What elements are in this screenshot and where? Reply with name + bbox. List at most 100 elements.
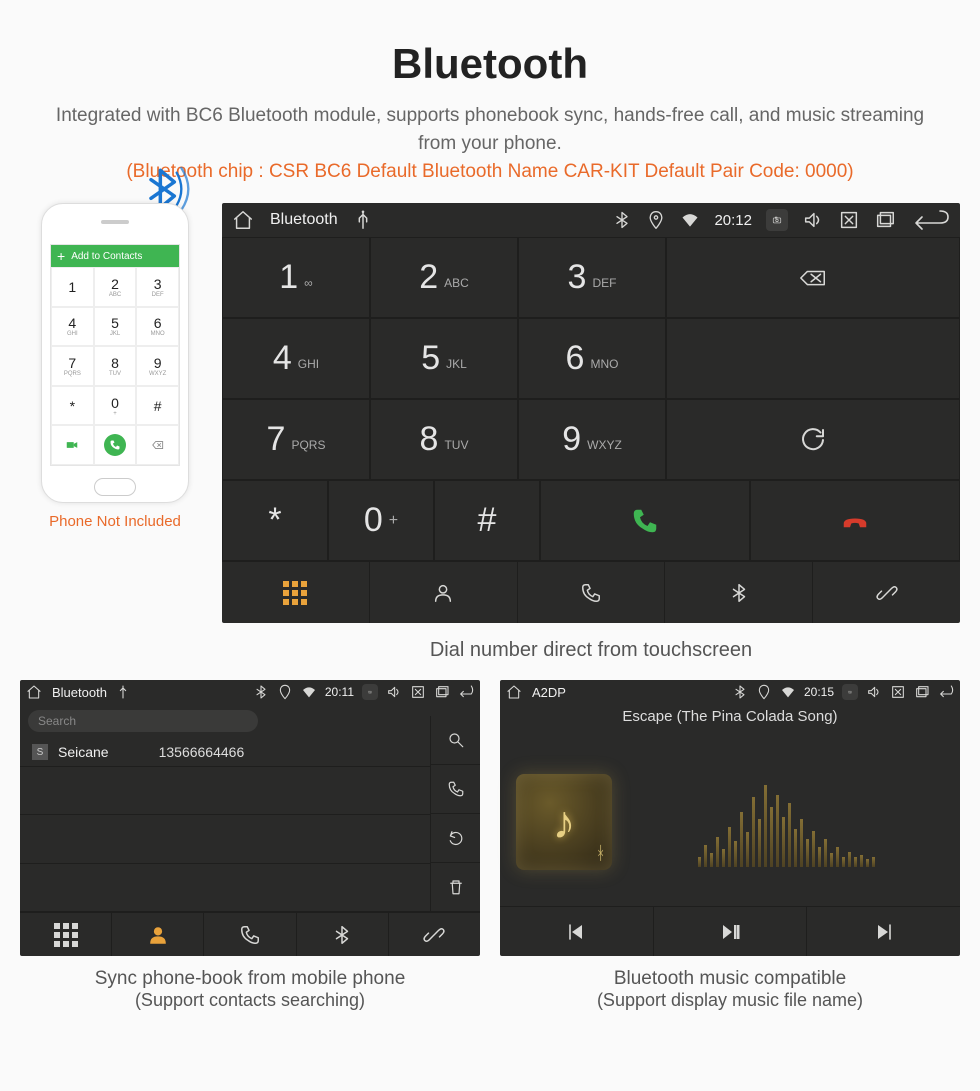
recent-apps-icon[interactable] — [874, 209, 896, 231]
phone-key: 5JKL — [94, 307, 137, 347]
phone-key: 7PQRS — [51, 346, 94, 386]
home-icon[interactable] — [232, 209, 254, 231]
dial-key-9[interactable]: 9WXYZ — [518, 399, 666, 480]
usb-icon — [115, 684, 131, 700]
video-call-icon — [51, 425, 94, 465]
phone-key: 0+ — [94, 386, 137, 426]
tab-recents[interactable] — [203, 913, 295, 956]
panel-title: Bluetooth — [52, 685, 107, 700]
dial-key-8[interactable]: 8TUV — [370, 399, 518, 480]
call-button — [94, 425, 137, 465]
tab-keypad[interactable] — [20, 913, 111, 956]
status-bar: A2DP 20:15 — [500, 680, 960, 704]
dialer-caption: Dial number direct from touchscreen — [430, 639, 752, 662]
volume-icon[interactable] — [386, 684, 402, 700]
music-sub: (Support display music file name) — [500, 990, 960, 1011]
bluetooth-badge-icon: ᚼ — [595, 843, 606, 864]
phone-appbar-label: Add to Contacts — [71, 251, 142, 262]
backspace-button[interactable] — [666, 237, 960, 318]
backspace-icon — [136, 425, 179, 465]
dial-key-1[interactable]: 1∞ — [222, 237, 370, 318]
play-pause-button[interactable] — [653, 907, 807, 956]
wifi-icon — [680, 210, 700, 230]
music-caption: Bluetooth music compatible — [500, 968, 960, 990]
prev-track-button[interactable] — [500, 907, 653, 956]
camera-icon[interactable] — [766, 209, 788, 231]
hero-subtitle: Integrated with BC6 Bluetooth module, su… — [40, 102, 940, 157]
call-button[interactable] — [431, 765, 480, 814]
redial-button[interactable] — [666, 399, 960, 480]
volume-icon[interactable] — [802, 209, 824, 231]
wifi-icon — [780, 684, 796, 700]
delete-button[interactable] — [431, 863, 480, 912]
album-art: ♪ ᚼ — [516, 774, 612, 870]
page-title: Bluetooth — [20, 40, 960, 88]
camera-icon[interactable] — [842, 684, 858, 700]
phone-key: 6MNO — [136, 307, 179, 347]
dial-key-2[interactable]: 2ABC — [370, 237, 518, 318]
contact-name: Seicane — [58, 744, 109, 760]
tab-contacts[interactable] — [111, 913, 203, 956]
music-note-icon: ♪ — [553, 795, 576, 849]
home-icon[interactable] — [26, 684, 42, 700]
status-bar: Bluetooth 20:12 — [222, 203, 960, 237]
contacts-sub: (Support contacts searching) — [20, 990, 480, 1011]
music-panel: A2DP 20:15 Escape (The Pina Colada Song) — [500, 680, 960, 956]
close-icon[interactable] — [890, 684, 906, 700]
equalizer — [628, 777, 944, 867]
recent-apps-icon[interactable] — [914, 684, 930, 700]
clock: 20:11 — [325, 685, 354, 699]
recent-apps-icon[interactable] — [434, 684, 450, 700]
wifi-icon — [301, 684, 317, 700]
home-icon[interactable] — [506, 684, 522, 700]
tab-pair[interactable] — [388, 913, 480, 956]
dial-key-*[interactable]: * — [222, 480, 328, 561]
tab-contacts[interactable] — [369, 562, 517, 623]
back-icon[interactable] — [910, 209, 950, 231]
dial-key-3[interactable]: 3DEF — [518, 237, 666, 318]
phone-key: 9WXYZ — [136, 346, 179, 386]
location-icon — [756, 684, 772, 700]
dial-key-7[interactable]: 7PQRS — [222, 399, 370, 480]
panel-title: Bluetooth — [270, 211, 338, 229]
dial-key-5[interactable]: 5JKL — [370, 318, 518, 399]
close-icon[interactable] — [410, 684, 426, 700]
bluetooth-icon — [253, 684, 269, 700]
call-button[interactable] — [540, 480, 750, 561]
bluetooth-icon — [732, 684, 748, 700]
volume-icon[interactable] — [866, 684, 882, 700]
search-input[interactable]: Search — [28, 710, 258, 732]
search-button[interactable] — [431, 716, 480, 765]
tab-bluetooth[interactable] — [296, 913, 388, 956]
back-icon[interactable] — [938, 684, 954, 700]
grid-icon — [54, 923, 78, 947]
close-icon[interactable] — [838, 209, 860, 231]
dial-key-0[interactable]: 0+ — [328, 480, 434, 561]
contacts-caption: Sync phone-book from mobile phone — [20, 968, 480, 990]
phone-key: * — [51, 386, 94, 426]
track-title: Escape (The Pina Colada Song) — [622, 708, 837, 725]
grid-icon — [283, 581, 307, 605]
camera-icon[interactable] — [362, 684, 378, 700]
contacts-actions — [430, 716, 480, 912]
hangup-button[interactable] — [750, 480, 960, 561]
tab-pair[interactable] — [812, 562, 960, 623]
dial-key-4[interactable]: 4GHI — [222, 318, 370, 399]
next-track-button[interactable] — [806, 907, 960, 956]
tab-bluetooth[interactable] — [664, 562, 812, 623]
contact-row[interactable]: S Seicane 13566664466 — [20, 738, 430, 767]
tab-recents[interactable] — [517, 562, 665, 623]
refresh-button[interactable] — [431, 814, 480, 863]
tab-keypad[interactable] — [222, 562, 369, 623]
back-icon[interactable] — [458, 684, 474, 700]
clock: 20:12 — [714, 212, 752, 229]
phone-key: 8TUV — [94, 346, 137, 386]
initial-badge: S — [32, 744, 48, 760]
dial-key-#[interactable]: # — [434, 480, 540, 561]
phone-key: 1 — [51, 267, 94, 307]
blank — [666, 318, 960, 399]
plus-icon: + — [57, 249, 65, 263]
phone-note: Phone Not Included — [49, 513, 181, 530]
location-icon — [277, 684, 293, 700]
dial-key-6[interactable]: 6MNO — [518, 318, 666, 399]
